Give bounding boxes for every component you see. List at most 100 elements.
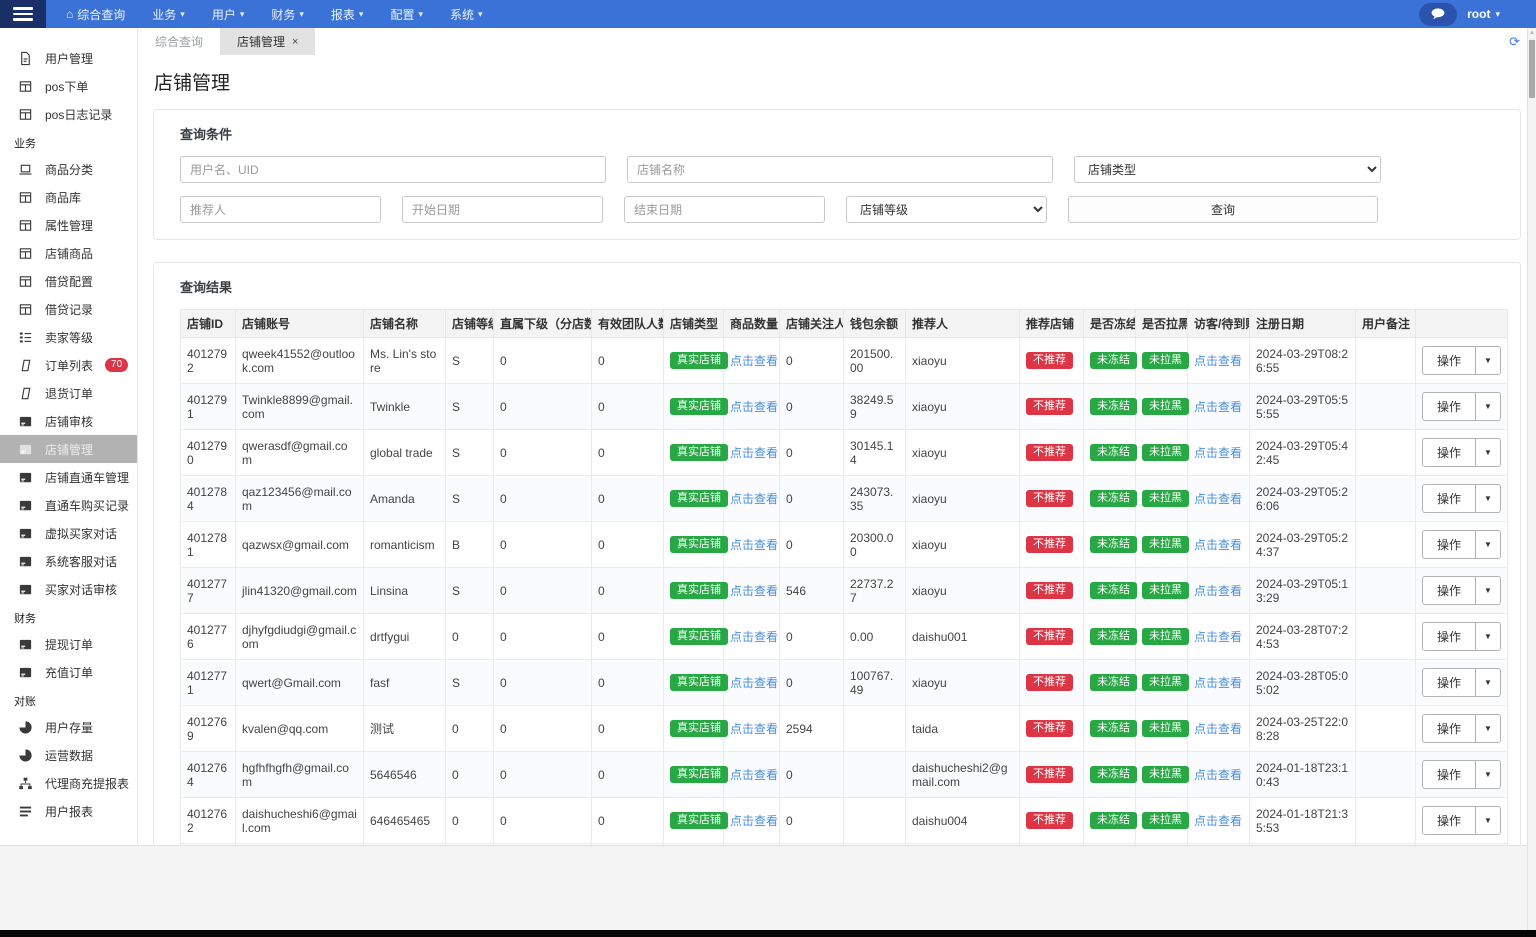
sidebar-item-order-list[interactable]: 订单列表 70 xyxy=(0,351,137,379)
close-icon[interactable]: × xyxy=(292,36,298,48)
action-button[interactable]: 操作 xyxy=(1423,439,1477,466)
goods-view-link[interactable]: 点击查看 xyxy=(730,630,778,644)
sidebar-item-withdraw-order[interactable]: 提现订单 xyxy=(0,630,137,658)
refresh-icon[interactable]: ⟳ xyxy=(1509,34,1520,50)
goods-view-link[interactable]: 点击查看 xyxy=(730,446,778,460)
sidebar-item-agent-report[interactable]: 代理商充提报表 xyxy=(0,769,137,797)
menu-toggle-button[interactable] xyxy=(0,0,46,28)
nav-item-business[interactable]: 业务 ▾ xyxy=(152,6,185,23)
action-dropdown-button[interactable]: ▼ xyxy=(1476,761,1500,788)
visitors-view-link[interactable]: 点击查看 xyxy=(1194,630,1242,644)
action-dropdown-button[interactable]: ▼ xyxy=(1476,531,1500,558)
action-button[interactable]: 操作 xyxy=(1423,393,1477,420)
sidebar-item-user-stock[interactable]: 用户存量 xyxy=(0,713,137,741)
visitors-view-link[interactable]: 点击查看 xyxy=(1194,768,1242,782)
action-button[interactable]: 操作 xyxy=(1423,623,1477,650)
cell-action: 操作▼ xyxy=(1415,797,1508,844)
visitors-view-link[interactable]: 点击查看 xyxy=(1194,722,1242,736)
visitors-view-link[interactable]: 点击查看 xyxy=(1194,354,1242,368)
sidebar-item-loan-record[interactable]: 借贷记录 xyxy=(0,295,137,323)
visitors-view-link[interactable]: 点击查看 xyxy=(1194,538,1242,552)
sidebar-item-train-purchase-record[interactable]: 直通车购买记录 xyxy=(0,491,137,519)
username-uid-input[interactable] xyxy=(180,156,606,183)
visitors-view-link[interactable]: 点击查看 xyxy=(1194,446,1242,460)
sidebar-item-label: 用户管理 xyxy=(45,51,94,66)
action-button[interactable]: 操作 xyxy=(1423,715,1477,742)
action-dropdown-button[interactable]: ▼ xyxy=(1476,669,1500,696)
action-dropdown-button[interactable]: ▼ xyxy=(1476,393,1500,420)
tab-summary[interactable]: 综合查询 xyxy=(138,28,220,55)
sidebar-item-shop-management[interactable]: 店铺管理 xyxy=(0,435,137,463)
goods-view-link[interactable]: 点击查看 xyxy=(730,354,778,368)
goods-view-link[interactable]: 点击查看 xyxy=(730,400,778,414)
cell-remark xyxy=(1355,797,1416,844)
goods-view-link[interactable]: 点击查看 xyxy=(730,584,778,598)
action-dropdown-button[interactable]: ▼ xyxy=(1476,623,1500,650)
action-dropdown-button[interactable]: ▼ xyxy=(1476,347,1500,374)
action-button[interactable]: 操作 xyxy=(1423,347,1477,374)
visitors-view-link[interactable]: 点击查看 xyxy=(1194,584,1242,598)
nav-item-user[interactable]: 用户 ▾ xyxy=(212,6,245,23)
action-button[interactable]: 操作 xyxy=(1423,577,1477,604)
action-button[interactable]: 操作 xyxy=(1423,531,1477,558)
status-badge: 真实店铺 xyxy=(670,766,728,783)
action-dropdown-button[interactable]: ▼ xyxy=(1476,485,1500,512)
sidebar-item-pos-log[interactable]: pos日志记录 xyxy=(0,100,137,128)
goods-view-link[interactable]: 点击查看 xyxy=(730,492,778,506)
shop-type-select[interactable]: 店铺类型 xyxy=(1074,156,1381,183)
messages-button[interactable] xyxy=(1419,2,1458,26)
sidebar-item-shop-audit[interactable]: 店铺审核 xyxy=(0,407,137,435)
search-button[interactable]: 查询 xyxy=(1068,196,1378,223)
action-dropdown-button[interactable]: ▼ xyxy=(1476,577,1500,604)
sidebar-item-buyer-chat-audit[interactable]: 买家对话审核 xyxy=(0,575,137,603)
shop-name-input[interactable] xyxy=(627,156,1053,183)
goods-view-link[interactable]: 点击查看 xyxy=(730,814,778,828)
tab-shop-management[interactable]: 店铺管理 × xyxy=(220,28,316,55)
sidebar-item-recharge-order[interactable]: 充值订单 xyxy=(0,658,137,686)
sidebar-item-goods-category[interactable]: 商品分类 xyxy=(0,155,137,183)
action-button[interactable]: 操作 xyxy=(1423,761,1477,788)
visitors-view-link[interactable]: 点击查看 xyxy=(1194,676,1242,690)
sidebar-item-virtual-buyer-chat[interactable]: 虚拟买家对话 xyxy=(0,519,137,547)
action-button[interactable]: 操作 xyxy=(1423,807,1477,834)
referrer-input[interactable] xyxy=(180,196,381,223)
goods-view-link[interactable]: 点击查看 xyxy=(730,676,778,690)
action-dropdown-button[interactable]: ▼ xyxy=(1476,807,1500,834)
goods-view-link[interactable]: 点击查看 xyxy=(730,538,778,552)
action-button[interactable]: 操作 xyxy=(1423,485,1477,512)
sidebar-item-user-management[interactable]: 用户管理 xyxy=(0,44,137,72)
sidebar-item-loan-config[interactable]: 借贷配置 xyxy=(0,267,137,295)
sidebar-item-goods-library[interactable]: 商品库 xyxy=(0,183,137,211)
scroll-up-icon[interactable]: ▲ xyxy=(1528,28,1536,36)
results-panel-title: 查询结果 xyxy=(180,280,233,295)
sidebar-item-operation-data[interactable]: 运营数据 xyxy=(0,741,137,769)
visitors-view-link[interactable]: 点击查看 xyxy=(1194,492,1242,506)
action-dropdown-button[interactable]: ▼ xyxy=(1476,439,1500,466)
sidebar-item-return-order[interactable]: 退货订单 xyxy=(0,379,137,407)
sidebar-item-seller-level[interactable]: 卖家等级 xyxy=(0,323,137,351)
sidebar-item-user-report[interactable]: 用户报表 xyxy=(0,797,137,825)
nav-item-system[interactable]: 系统 ▾ xyxy=(450,6,483,23)
action-dropdown-button[interactable]: ▼ xyxy=(1476,715,1500,742)
visitors-view-link[interactable]: 点击查看 xyxy=(1194,400,1242,414)
shop-level-select[interactable]: 店铺等级 xyxy=(846,196,1047,223)
scrollbar-thumb[interactable] xyxy=(1529,40,1535,98)
sidebar-item-shop-goods[interactable]: 店铺商品 xyxy=(0,239,137,267)
visitors-view-link[interactable]: 点击查看 xyxy=(1194,814,1242,828)
end-date-input[interactable] xyxy=(624,196,825,223)
goods-view-link[interactable]: 点击查看 xyxy=(730,768,778,782)
nav-item-report[interactable]: 报表 ▾ xyxy=(331,6,364,23)
nav-item-finance[interactable]: 财务 ▾ xyxy=(271,6,304,23)
sidebar-item-shop-train-management[interactable]: 店铺直通车管理 xyxy=(0,463,137,491)
sidebar-item-attribute-management[interactable]: 属性管理 xyxy=(0,211,137,239)
nav-item-config[interactable]: 配置 ▾ xyxy=(390,6,423,23)
goods-view-link[interactable]: 点击查看 xyxy=(730,722,778,736)
action-button[interactable]: 操作 xyxy=(1423,669,1477,696)
status-badge: 真实店铺 xyxy=(670,812,728,829)
vertical-scrollbar[interactable]: ▲ xyxy=(1527,28,1536,930)
start-date-input[interactable] xyxy=(402,196,603,223)
sidebar-item-system-service-chat[interactable]: 系统客服对话 xyxy=(0,547,137,575)
user-menu[interactable]: root ▾ xyxy=(1467,7,1500,21)
sidebar-item-pos-order[interactable]: pos下单 xyxy=(0,72,137,100)
nav-item-summary[interactable]: ⌂ 综合查询 xyxy=(66,6,125,23)
